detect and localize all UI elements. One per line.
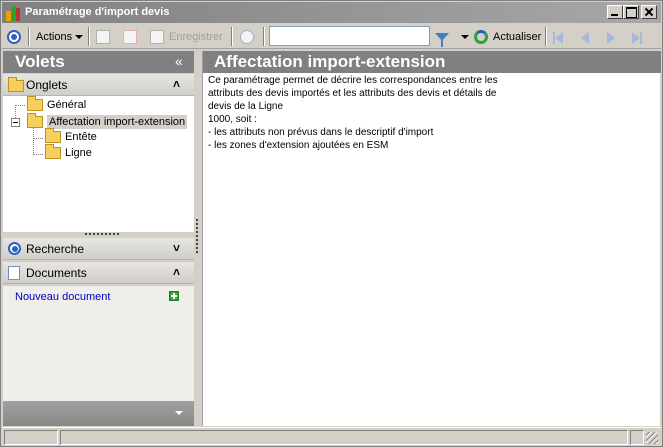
description-line: Ce paramétrage permet de décrire les cor… [208,75,498,86]
toolbar-separator [545,27,547,46]
folder-icon [45,144,61,159]
save-label: Enregistrer [169,30,223,43]
section-documents-label: Documents [26,266,87,280]
content-title: Affectation import-extension [214,52,446,71]
chevron-up-icon: ˄ [173,265,181,279]
tree-item-entete[interactable]: Entête [45,128,97,143]
save-icon [150,29,164,44]
status-cell [630,430,644,445]
toolbar-separator [231,27,233,46]
section-onglets[interactable]: Onglets ˄ [3,74,194,96]
tree-connector [33,138,43,139]
new-document-icon [96,29,110,44]
first-icon [552,30,566,44]
folder-open-icon [27,113,43,128]
tree-item-label: Affectation import-extension [47,115,188,129]
home-icon [7,29,21,44]
status-cell [60,430,628,445]
search-input[interactable] [269,26,430,46]
resize-grip[interactable] [646,432,658,444]
description-line: 1000, soit : [208,114,257,125]
last-record-button[interactable] [629,26,643,47]
volets-pane: Volets « Onglets ˄ Général Affectation i… [3,51,194,426]
refresh-icon [474,29,488,44]
refresh-button[interactable]: Actualiser [474,26,541,47]
toolbar-separator [88,27,90,46]
new-document-link[interactable]: Nouveau document [15,291,110,303]
pane-splitter-handle[interactable] [196,219,199,253]
tree-item-label: Entête [65,131,97,143]
filter-dropdown[interactable] [458,26,469,47]
save-button[interactable]: Enregistrer [150,26,223,47]
chevron-up-icon: ˄ [173,77,181,91]
sync-icon [240,29,254,44]
actions-menu-button[interactable]: Actions [36,26,84,47]
window-title: Paramétrage d'import devis [25,6,170,18]
toolbar-separator [263,27,265,46]
tree-expander-icon[interactable] [11,118,20,127]
actions-label: Actions [36,30,73,43]
add-icon[interactable] [169,291,179,301]
tree-item-label: Ligne [65,147,92,159]
content-header: Affectation import-extension [203,51,661,73]
description-line: attributs des devis importés et les attr… [208,88,497,99]
volets-header: Volets « [3,51,194,73]
chevron-down-icon [461,34,469,39]
status-bar [2,427,661,446]
next-record-button[interactable] [604,26,618,47]
folder-icon [27,96,43,111]
section-recherche[interactable]: Recherche ˅ [3,238,194,260]
first-record-button[interactable] [552,26,566,47]
previous-icon [578,30,592,44]
description-line: - les attributs non prévus dans le descr… [208,127,434,138]
app-window: Paramétrage d'import devis Actions Enreg… [0,0,663,447]
app-icon [5,5,21,21]
section-onglets-label: Onglets [26,78,68,92]
tree-item-label: Général [47,99,87,111]
chevron-down-icon: ˅ [173,241,181,255]
delete-icon [123,29,137,44]
refresh-label: Actualiser [493,30,542,43]
section-splitter-handle[interactable] [85,233,119,236]
folder-icon [45,128,61,143]
tree-connector [33,127,34,155]
tree-connector [33,154,43,155]
last-icon [629,30,643,44]
onglets-tree: Général Affectation import-extension Ent… [3,96,194,232]
search-icon [8,242,21,255]
home-button[interactable] [7,26,21,47]
chevron-down-icon [75,34,84,39]
description-text: Ce paramétrage permet de décrire les cor… [208,74,528,152]
tree-item-ligne[interactable]: Ligne [45,144,92,159]
new-button[interactable] [96,26,110,47]
previous-record-button[interactable] [578,26,592,47]
pane-footer[interactable] [3,401,194,426]
title-bar[interactable]: Paramétrage d'import devis [2,2,661,23]
description-line: devis de la Ligne [208,101,284,112]
section-recherche-label: Recherche [26,242,85,256]
tree-item-general[interactable]: Général [27,96,87,111]
next-icon [604,30,618,44]
toolbar-separator [28,27,30,46]
delete-button[interactable] [123,26,137,47]
folder-icon [8,77,24,92]
tree-item-affectation[interactable]: Affectation import-extension [27,113,188,129]
documents-panel: Nouveau document [3,286,194,401]
filter-icon [435,32,449,47]
status-cell [4,430,58,445]
sync-button[interactable] [240,26,254,47]
close-button[interactable] [641,5,657,19]
collapse-pane-icon[interactable]: « [175,53,183,69]
volets-title: Volets [15,52,65,71]
section-documents[interactable]: Documents ˄ [3,262,194,284]
content-pane: Affectation import-extension Ce paramétr… [202,51,661,426]
document-icon [8,266,20,280]
description-line: - les zones d'extension ajoutées en ESM [208,140,389,151]
minimize-button[interactable] [607,5,623,19]
toolbar: Actions Enregistrer Actualiser [2,24,661,49]
filter-button[interactable] [435,26,449,47]
tree-connector [15,105,25,106]
maximize-button[interactable] [623,5,639,19]
chevron-down-icon [175,411,183,415]
